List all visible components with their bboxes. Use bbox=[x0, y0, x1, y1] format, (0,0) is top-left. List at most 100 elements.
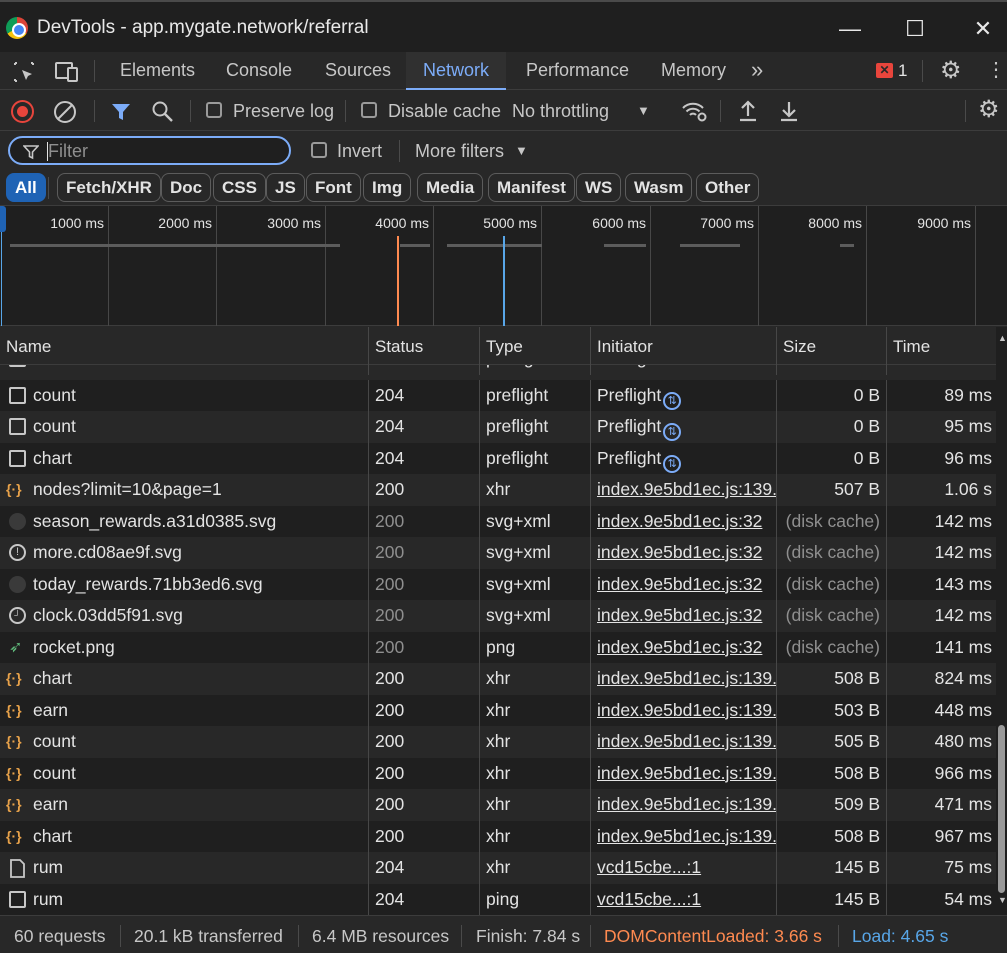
table-row[interactable]: ➶ rocket.png 200 png index.9e5bd1ec.js:32 (di… bbox=[0, 631, 996, 663]
chevron-down-icon[interactable]: ▼ bbox=[515, 131, 528, 171]
network-conditions-icon[interactable] bbox=[680, 99, 708, 123]
inspect-element-icon[interactable] bbox=[12, 60, 36, 84]
chevron-down-icon[interactable]: ▼ bbox=[637, 91, 650, 131]
request-initiator[interactable]: index.9e5bd1ec.js:32 bbox=[591, 631, 777, 663]
request-initiator[interactable]: index.9e5bd1ec.js:139. bbox=[591, 789, 777, 821]
maximize-button[interactable]: ☐ bbox=[900, 14, 930, 44]
tab-console[interactable]: Console bbox=[226, 52, 292, 90]
import-har-icon[interactable] bbox=[737, 99, 759, 123]
export-har-icon[interactable] bbox=[778, 99, 800, 123]
table-row[interactable]: {·} earn 200 xhr index.9e5bd1ec.js:139. 509 B… bbox=[0, 789, 996, 821]
table-row[interactable]: chart 204 preflight Preflight ⇅ 0 B 96 ms bbox=[0, 442, 996, 474]
network-settings-gear-icon[interactable]: ⚙ bbox=[978, 95, 1000, 124]
initiator-link[interactable]: index.9e5bd1ec.js:139. bbox=[597, 731, 776, 751]
column-header-size[interactable]: Size bbox=[777, 327, 887, 365]
search-icon[interactable] bbox=[151, 100, 175, 124]
chip-media[interactable]: Media bbox=[417, 173, 484, 202]
preflight-icon[interactable]: ⇅ bbox=[663, 454, 682, 473]
request-initiator[interactable]: index.9e5bd1ec.js:139. bbox=[591, 694, 777, 726]
more-options-icon[interactable]: ⋮ bbox=[986, 56, 1006, 84]
column-header-type[interactable]: Type bbox=[480, 327, 591, 365]
initiator-link[interactable]: index.9e5bd1ec.js:32 bbox=[597, 605, 762, 625]
filter-input[interactable] bbox=[48, 140, 278, 162]
table-row[interactable]: {·} nodes?limit=10&page=1 200 xhr index.9e5b… bbox=[0, 474, 996, 506]
tab-sources[interactable]: Sources bbox=[325, 52, 391, 90]
initiator-link[interactable]: index.9e5bd1ec.js:32 bbox=[597, 574, 762, 594]
initiator-link[interactable]: index.9e5bd1ec.js:139. bbox=[597, 826, 776, 846]
table-row[interactable]: {·} count 200 xhr index.9e5bd1ec.js:139. 508 … bbox=[0, 757, 996, 789]
tab-memory[interactable]: Memory bbox=[661, 52, 726, 90]
initiator-link[interactable]: index.9e5bd1ec.js:32 bbox=[597, 542, 762, 562]
more-filters-button[interactable]: More filters bbox=[415, 131, 504, 171]
table-row[interactable]: {·} count 200 xhr index.9e5bd1ec.js:139. 505 … bbox=[0, 726, 996, 758]
scroll-down-icon[interactable]: ▼ bbox=[998, 895, 1007, 905]
initiator-link[interactable]: vcd15cbe...:1 bbox=[597, 889, 701, 909]
close-window-button[interactable]: ✕ bbox=[968, 14, 998, 44]
initiator-link[interactable]: index.9e5bd1ec.js:139. bbox=[597, 479, 776, 499]
chip-font[interactable]: Font bbox=[306, 173, 361, 202]
chip-other[interactable]: Other bbox=[696, 173, 760, 202]
stop-recording-icon[interactable] bbox=[11, 100, 34, 123]
table-row[interactable]: count 204 preflight Preflight ⇅ 0 B 95 ms bbox=[0, 411, 996, 443]
initiator-link[interactable]: index.9e5bd1ec.js:32 bbox=[597, 511, 762, 531]
column-header-initiator[interactable]: Initiator bbox=[591, 327, 777, 365]
request-initiator[interactable]: index.9e5bd1ec.js:32 bbox=[591, 600, 777, 632]
filter-input-container[interactable] bbox=[8, 136, 291, 165]
initiator-link[interactable]: index.9e5bd1ec.js:139. bbox=[597, 763, 776, 783]
table-row[interactable]: season_rewards.a31d0385.svg 200 svg+xml ind… bbox=[0, 505, 996, 537]
table-scrollbar[interactable]: ▲ ▼ bbox=[996, 327, 1007, 915]
request-initiator[interactable]: index.9e5bd1ec.js:139. bbox=[591, 820, 777, 852]
preserve-log-checkbox[interactable] bbox=[206, 102, 222, 118]
tab-elements[interactable]: Elements bbox=[120, 52, 195, 90]
preflight-icon[interactable]: ⇅ bbox=[663, 391, 682, 410]
chip-manifest[interactable]: Manifest bbox=[488, 173, 575, 202]
tab-network[interactable]: Network bbox=[406, 52, 507, 90]
request-initiator[interactable]: index.9e5bd1ec.js:32 bbox=[591, 537, 777, 569]
request-initiator[interactable]: index.9e5bd1ec.js:139. bbox=[591, 726, 777, 758]
disable-cache-checkbox[interactable] bbox=[361, 102, 377, 118]
chip-js[interactable]: JS bbox=[266, 173, 305, 202]
initiator-link[interactable]: vcd15cbe...:1 bbox=[597, 857, 701, 877]
chip-ws[interactable]: WS bbox=[576, 173, 622, 202]
throttling-select[interactable]: No throttling bbox=[512, 91, 609, 131]
initiator-link[interactable]: index.9e5bd1ec.js:32 bbox=[597, 637, 762, 657]
chip-fetch-xhr[interactable]: Fetch/XHR bbox=[57, 173, 161, 202]
request-initiator[interactable]: index.9e5bd1ec.js:139. bbox=[591, 663, 777, 695]
table-row[interactable]: count 204 preflight Preflight ⇅ 0 B 89 ms bbox=[0, 379, 996, 411]
request-initiator[interactable]: vcd15cbe...:1 bbox=[591, 852, 777, 884]
error-icon[interactable]: ✕ bbox=[876, 63, 893, 78]
preserve-log-label[interactable]: Preserve log bbox=[233, 91, 334, 131]
initiator-link[interactable]: index.9e5bd1ec.js:139. bbox=[597, 668, 776, 688]
request-initiator[interactable]: vcd15cbe...:1 bbox=[591, 883, 777, 915]
chip-css[interactable]: CSS bbox=[213, 173, 266, 202]
table-row[interactable]: rum 204 xhr vcd15cbe...:1 145 B 75 ms bbox=[0, 852, 996, 884]
tab-performance[interactable]: Performance bbox=[526, 52, 629, 90]
scroll-up-icon[interactable]: ▲ bbox=[998, 333, 1007, 343]
more-tabs-button[interactable]: » bbox=[751, 52, 763, 90]
initiator-link[interactable]: index.9e5bd1ec.js:139. bbox=[597, 794, 776, 814]
network-overview-timeline[interactable]: 1000 ms 2000 ms 3000 ms 4000 ms 5000 ms … bbox=[0, 206, 1007, 326]
table-row[interactable]: ┘ clock.03dd5f91.svg 200 svg+xml index.9e5bd… bbox=[0, 600, 996, 632]
disable-cache-label[interactable]: Disable cache bbox=[388, 91, 501, 131]
invert-checkbox[interactable] bbox=[311, 142, 327, 158]
timeline-range-handle[interactable] bbox=[0, 206, 6, 232]
column-header-time[interactable]: Time bbox=[887, 327, 996, 365]
preflight-icon[interactable]: ⇅ bbox=[663, 423, 682, 441]
initiator-link[interactable]: index.9e5bd1ec.js:139. bbox=[597, 700, 776, 720]
scrollbar-thumb[interactable] bbox=[998, 725, 1005, 893]
request-initiator[interactable]: index.9e5bd1ec.js:32 bbox=[591, 505, 777, 537]
invert-label[interactable]: Invert bbox=[337, 131, 382, 171]
filter-funnel-icon[interactable] bbox=[110, 101, 132, 123]
table-row[interactable]: {·} chart 200 xhr index.9e5bd1ec.js:139. 508 … bbox=[0, 663, 996, 695]
column-header-status[interactable]: Status bbox=[369, 327, 480, 365]
minimize-button[interactable]: — bbox=[835, 14, 865, 44]
chip-wasm[interactable]: Wasm bbox=[625, 173, 693, 202]
request-initiator[interactable]: index.9e5bd1ec.js:139. bbox=[591, 474, 777, 506]
device-toolbar-icon[interactable] bbox=[54, 60, 80, 84]
table-row[interactable]: ! more.cd08ae9f.svg 200 svg+xml index.9e5bd1… bbox=[0, 537, 996, 569]
table-row[interactable]: {·} earn 200 xhr index.9e5bd1ec.js:139. 503 B… bbox=[0, 694, 996, 726]
clear-icon[interactable] bbox=[53, 100, 77, 124]
request-initiator[interactable]: index.9e5bd1ec.js:32 bbox=[591, 568, 777, 600]
table-row[interactable]: {·} chart 200 xhr index.9e5bd1ec.js:139. 508 … bbox=[0, 820, 996, 852]
chip-all[interactable]: All bbox=[6, 173, 46, 202]
